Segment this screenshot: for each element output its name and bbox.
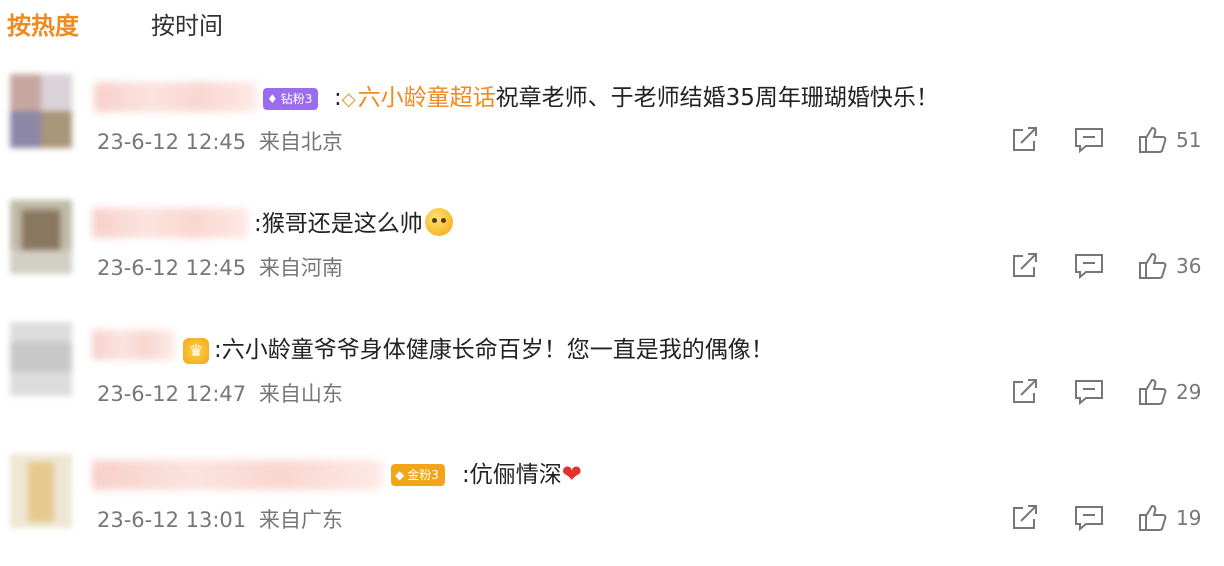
avatar[interactable]	[10, 200, 72, 274]
comment-icon	[1075, 254, 1103, 280]
thumbs-up-icon	[1139, 126, 1167, 153]
super-topic-link[interactable]: 六小龄童超话	[358, 85, 496, 111]
timestamp: 23-6-12 12:45	[97, 256, 247, 280]
location: 来自山东	[258, 382, 343, 406]
comment-meta: 23-6-12 12:47 来自山东	[97, 380, 343, 408]
share-icon	[1013, 127, 1037, 151]
super-topic-icon: ◇	[341, 89, 356, 110]
heart-emoji-icon: ❤	[561, 460, 582, 488]
avatar[interactable]	[10, 74, 72, 148]
like-count: 36	[1176, 254, 1202, 278]
like-button[interactable]: 19	[1138, 504, 1201, 532]
username-blurred[interactable]	[94, 82, 257, 112]
location: 来自北京	[258, 130, 343, 154]
comment-item: :猴哥还是这么帅 23-6-12 12:45 来自河南 36	[0, 188, 1224, 314]
location: 来自河南	[258, 256, 343, 280]
username-blurred[interactable]	[92, 460, 382, 490]
sort-tabs: 按热度 按时间	[0, 0, 1224, 52]
comment-text: :猴哥还是这么帅	[254, 208, 453, 240]
location: 来自广东	[258, 508, 343, 532]
share-icon	[1013, 253, 1037, 277]
share-button[interactable]	[1010, 126, 1040, 154]
share-button[interactable]	[1010, 378, 1040, 406]
like-count: 29	[1176, 380, 1202, 404]
username-blurred[interactable]	[92, 330, 174, 360]
timestamp: 23-6-12 13:01	[97, 508, 247, 532]
share-button[interactable]	[1010, 504, 1040, 532]
comment-item: ◆ 金粉3 :伉俪情深❤ 23-6-12 13:01 来自广东 19	[0, 440, 1224, 566]
thumbs-up-icon	[1139, 252, 1167, 279]
like-button[interactable]: 51	[1138, 126, 1201, 154]
username-blurred[interactable]	[92, 208, 248, 238]
fan-badge[interactable]: ♦ 钻粉3	[263, 88, 319, 110]
timestamp: 23-6-12 12:45	[97, 130, 247, 154]
like-button[interactable]: 36	[1138, 252, 1201, 280]
reply-button[interactable]	[1073, 126, 1105, 154]
like-count: 19	[1176, 506, 1202, 530]
share-icon	[1013, 505, 1037, 529]
avatar[interactable]	[10, 454, 72, 528]
comment-meta: 23-6-12 13:01 来自广东	[97, 506, 343, 534]
comment-icon	[1075, 506, 1103, 532]
fan-badge[interactable]: ◆ 金粉3	[391, 464, 445, 486]
smiling-face-emoji-icon	[424, 208, 453, 236]
badge-label: 钻粉3	[280, 92, 313, 106]
timestamp: 23-6-12 12:47	[97, 382, 247, 406]
comment-meta: 23-6-12 12:45 来自河南	[97, 254, 343, 282]
tab-by-time[interactable]: 按时间	[151, 8, 223, 44]
comment-icon	[1075, 128, 1103, 154]
diamond-icon: ♦	[267, 92, 278, 106]
comment-body: 六小龄童爷爷身体健康长命百岁！您一直是我的偶像！	[221, 337, 774, 363]
tab-by-hot[interactable]: 按热度	[7, 8, 79, 44]
reply-button[interactable]	[1073, 378, 1105, 406]
comment-item: ♦ 钻粉3 :◇六小龄童超话祝章老师、于老师结婚35周年珊瑚婚快乐！ 23-6-…	[0, 62, 1224, 188]
gold-gem-icon: ◆	[395, 468, 405, 482]
comment-meta: 23-6-12 12:45 来自北京	[97, 128, 343, 156]
comment-icon	[1075, 380, 1103, 406]
comment-body: 伉俪情深	[469, 462, 562, 488]
avatar[interactable]	[10, 322, 72, 396]
like-count: 51	[1176, 128, 1202, 152]
thumbs-up-icon	[1139, 504, 1167, 531]
comment-text: :六小龄童爷爷身体健康长命百岁！您一直是我的偶像！	[214, 337, 774, 363]
share-button[interactable]	[1010, 252, 1040, 280]
comment-text: :◇六小龄童超话祝章老师、于老师结婚35周年珊瑚婚快乐！	[334, 85, 939, 111]
comment-body: 祝章老师、于老师结婚35周年珊瑚婚快乐！	[495, 85, 939, 111]
like-button[interactable]: 29	[1138, 378, 1201, 406]
share-icon	[1013, 379, 1037, 403]
comment-body: 猴哥还是这么帅	[261, 211, 423, 237]
reply-button[interactable]	[1073, 504, 1105, 532]
thumbs-up-icon	[1139, 378, 1167, 405]
comment-item: ♛ :六小龄童爷爷身体健康长命百岁！您一直是我的偶像！ 23-6-12 12:4…	[0, 314, 1224, 440]
badge-label: 金粉3	[407, 468, 439, 482]
comment-text: :伉俪情深❤	[462, 460, 582, 488]
crown-badge-icon: ♛	[183, 338, 209, 364]
reply-button[interactable]	[1073, 252, 1105, 280]
